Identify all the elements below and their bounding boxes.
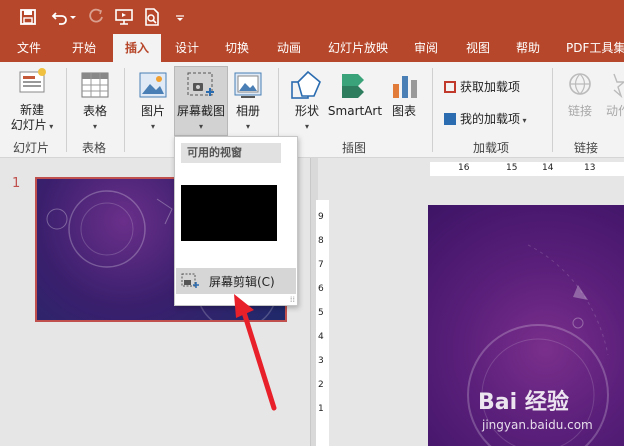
tab-transitions[interactable]: 切换: [225, 34, 249, 62]
horizontal-ruler: 16 15 14 13: [430, 162, 624, 176]
undo-dropdown-icon[interactable]: [68, 7, 78, 27]
new-slide-label2: 幻灯片: [10, 118, 47, 132]
new-slide-label: 新建: [19, 103, 44, 117]
ruler-tick-label: 16: [458, 163, 470, 173]
shapes-icon[interactable]: [290, 70, 322, 100]
group-addins-label: 加载项: [473, 141, 510, 155]
ruler-tick-label: 7: [318, 260, 324, 270]
shapes-label: 形状: [294, 104, 319, 118]
group-divider: [124, 68, 125, 152]
smartart-button[interactable]: SmartArt: [326, 104, 384, 119]
chart-label: 图表: [391, 104, 416, 118]
link-button[interactable]: 链接: [562, 104, 598, 119]
chevron-down-icon: ▾: [520, 116, 527, 125]
title-bar: [0, 0, 624, 34]
table-icon[interactable]: [81, 72, 109, 98]
ruler-tick-label: 8: [318, 236, 324, 246]
chart-icon[interactable]: [390, 70, 420, 100]
tab-pdf-tools[interactable]: PDF工具集: [566, 34, 624, 62]
tab-insert[interactable]: 插入: [113, 34, 161, 62]
tab-animations[interactable]: 动画: [277, 34, 301, 62]
slide-number: 1: [12, 176, 21, 191]
picture-label: 图片: [140, 104, 165, 118]
screenshot-icon[interactable]: [186, 70, 216, 100]
action-icon[interactable]: [604, 70, 624, 100]
picture-icon[interactable]: [139, 70, 167, 100]
customize-qat-icon[interactable]: [174, 7, 186, 27]
chevron-down-icon: ▾: [245, 122, 250, 131]
tab-review[interactable]: 审阅: [414, 34, 438, 62]
baidu-watermark-logo: Bai 经验: [478, 390, 569, 415]
tab-view[interactable]: 视图: [466, 34, 490, 62]
my-addins-icon: [444, 113, 456, 125]
get-addins-label: 获取加载项: [460, 80, 521, 94]
store-icon: [444, 81, 456, 93]
group-divider: [66, 68, 67, 152]
photo-album-button[interactable]: 相册 ▾: [228, 104, 268, 134]
annotation-arrow-icon: [234, 294, 277, 411]
table-label: 表格: [82, 104, 107, 118]
group-divider: [552, 68, 553, 152]
link-icon[interactable]: [566, 70, 594, 100]
ruler-tick-label: 15: [506, 163, 518, 173]
tab-help[interactable]: 帮助: [516, 34, 540, 62]
chevron-down-icon: ▾: [304, 122, 309, 131]
screenshot-dropdown-menu: 可用的视窗 屏幕剪辑(C) ⁞⁞: [174, 136, 298, 306]
tab-file[interactable]: 文件: [17, 34, 41, 62]
my-addins-label: 我的加载项: [460, 112, 521, 126]
resize-grip-icon[interactable]: ⁞⁞: [290, 295, 295, 304]
picture-button[interactable]: 图片 ▾: [134, 104, 172, 134]
ruler-tick-label: 9: [318, 212, 324, 222]
baidu-watermark-url: jingyan.baidu.com: [482, 418, 593, 432]
chevron-down-icon: ▾: [150, 122, 155, 131]
group-slides-label: 幻灯片: [13, 141, 50, 155]
print-preview-icon[interactable]: [142, 7, 162, 27]
group-images-label: 插图: [342, 141, 367, 155]
ribbon: 新建 幻灯片 ▾ 幻灯片 表格 ▾ 表格 图片 ▾ 屏幕截图 ▾ 相册 ▾ 形状…: [0, 62, 624, 158]
ruler-tick-label: 14: [542, 163, 554, 173]
shapes-button[interactable]: 形状 ▾: [288, 104, 326, 134]
smartart-icon[interactable]: [338, 70, 368, 100]
get-addins-button[interactable]: 获取加载项: [444, 78, 520, 95]
screen-clipping-icon: [181, 273, 199, 289]
group-table-label: 表格: [82, 141, 107, 155]
available-windows-header: 可用的视窗: [181, 143, 281, 163]
smartart-label: SmartArt: [327, 104, 383, 118]
ruler-tick-label: 2: [318, 380, 324, 390]
chevron-down-icon: ▾: [198, 122, 203, 131]
ribbon-tabs: 文件 开始 插入 设计 切换 动画 幻灯片放映 审阅 视图 帮助 PDF工具集: [0, 34, 624, 62]
tab-home[interactable]: 开始: [72, 34, 96, 62]
ruler-tick-label: 6: [318, 284, 324, 294]
chevron-down-icon: ▾: [46, 122, 54, 131]
chart-button[interactable]: 图表: [384, 104, 424, 119]
available-window-thumbnail[interactable]: [181, 185, 277, 241]
ruler-tick-label: 1: [318, 404, 324, 414]
action-label: 动作: [606, 104, 624, 118]
ruler-tick-label: 4: [318, 332, 324, 342]
screenshot-label: 屏幕截图: [176, 104, 225, 118]
table-button[interactable]: 表格 ▾: [76, 104, 114, 134]
group-links-label: 链接: [574, 141, 599, 155]
ruler-tick-label: 13: [584, 163, 596, 173]
screen-clipping-label: 屏幕剪辑(C): [209, 275, 275, 289]
photo-album-icon[interactable]: [233, 70, 263, 100]
group-divider: [432, 68, 433, 152]
undo-icon[interactable]: [50, 7, 70, 27]
ruler-tick-label: 5: [318, 308, 324, 318]
redo-icon[interactable]: [86, 7, 106, 27]
save-icon[interactable]: [18, 7, 38, 27]
present-from-beginning-icon[interactable]: [114, 7, 134, 27]
tab-slideshow[interactable]: 幻灯片放映: [328, 34, 388, 62]
vertical-ruler: 9 8 7 6 5 4 3 2 1: [316, 200, 329, 446]
ruler-tick-label: 3: [318, 356, 324, 366]
tab-design[interactable]: 设计: [175, 34, 199, 62]
action-button[interactable]: 动作: [606, 104, 624, 119]
link-label: 链接: [567, 104, 592, 118]
new-slide-icon[interactable]: [18, 68, 46, 98]
album-label: 相册: [235, 104, 260, 118]
chevron-down-icon: ▾: [92, 122, 97, 131]
new-slide-button[interactable]: 新建 幻灯片 ▾: [8, 103, 56, 134]
my-addins-button[interactable]: 我的加载项 ▾: [444, 110, 527, 127]
